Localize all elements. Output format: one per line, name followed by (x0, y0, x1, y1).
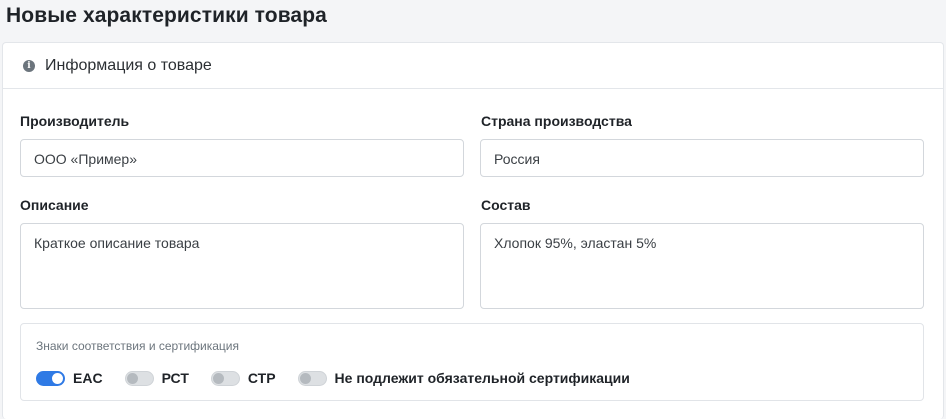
country-label: Страна производства (481, 113, 632, 129)
description-label: Описание (20, 197, 89, 213)
switch-knob (126, 372, 138, 384)
card-header-title: Информация о товаре (45, 56, 212, 74)
toggle-label-str: СТР (247, 370, 276, 386)
manufacturer-input[interactable]: ООО «Пример» (20, 139, 464, 177)
info-icon: i (23, 59, 35, 72)
switch-knob (212, 372, 224, 384)
toggle-str[interactable]: СТР (210, 370, 276, 386)
toggle-rst[interactable]: РСТ (124, 370, 189, 386)
toggle-switch-no-certification[interactable] (297, 370, 327, 386)
country-input[interactable]: Россия (480, 139, 924, 177)
toggle-switch-str[interactable] (210, 370, 240, 386)
toggle-label-eac: EAC (73, 370, 103, 386)
description-textarea[interactable]: Краткое описание товара (20, 223, 464, 309)
switch-knob (299, 372, 311, 384)
toggle-switch-eac[interactable] (36, 370, 65, 386)
toggle-label-rst: РСТ (161, 370, 189, 386)
product-info-card: i Информация о товаре Производитель ООО … (2, 42, 944, 419)
composition-textarea[interactable]: Хлопок 95%, эластан 5% (480, 223, 924, 309)
card-header: i Информация о товаре (3, 43, 943, 89)
toggle-label-no-certification: Не подлежит обязательной сертификации (334, 370, 630, 386)
certification-toggles: EAC РСТ СТР Не подлежит обязательной сер… (36, 370, 652, 386)
manufacturer-label: Производитель (20, 113, 130, 129)
composition-label: Состав (481, 197, 531, 213)
toggle-eac[interactable]: EAC (36, 370, 103, 386)
certification-title: Знаки соответствия и сертификация (36, 339, 239, 353)
toggle-switch-rst[interactable] (124, 370, 154, 386)
switch-knob (52, 372, 63, 384)
certification-panel: Знаки соответствия и сертификация EAC РС… (20, 323, 924, 401)
toggle-no-certification[interactable]: Не подлежит обязательной сертификации (297, 370, 630, 386)
page-title: Новые характеристики товара (6, 4, 327, 27)
